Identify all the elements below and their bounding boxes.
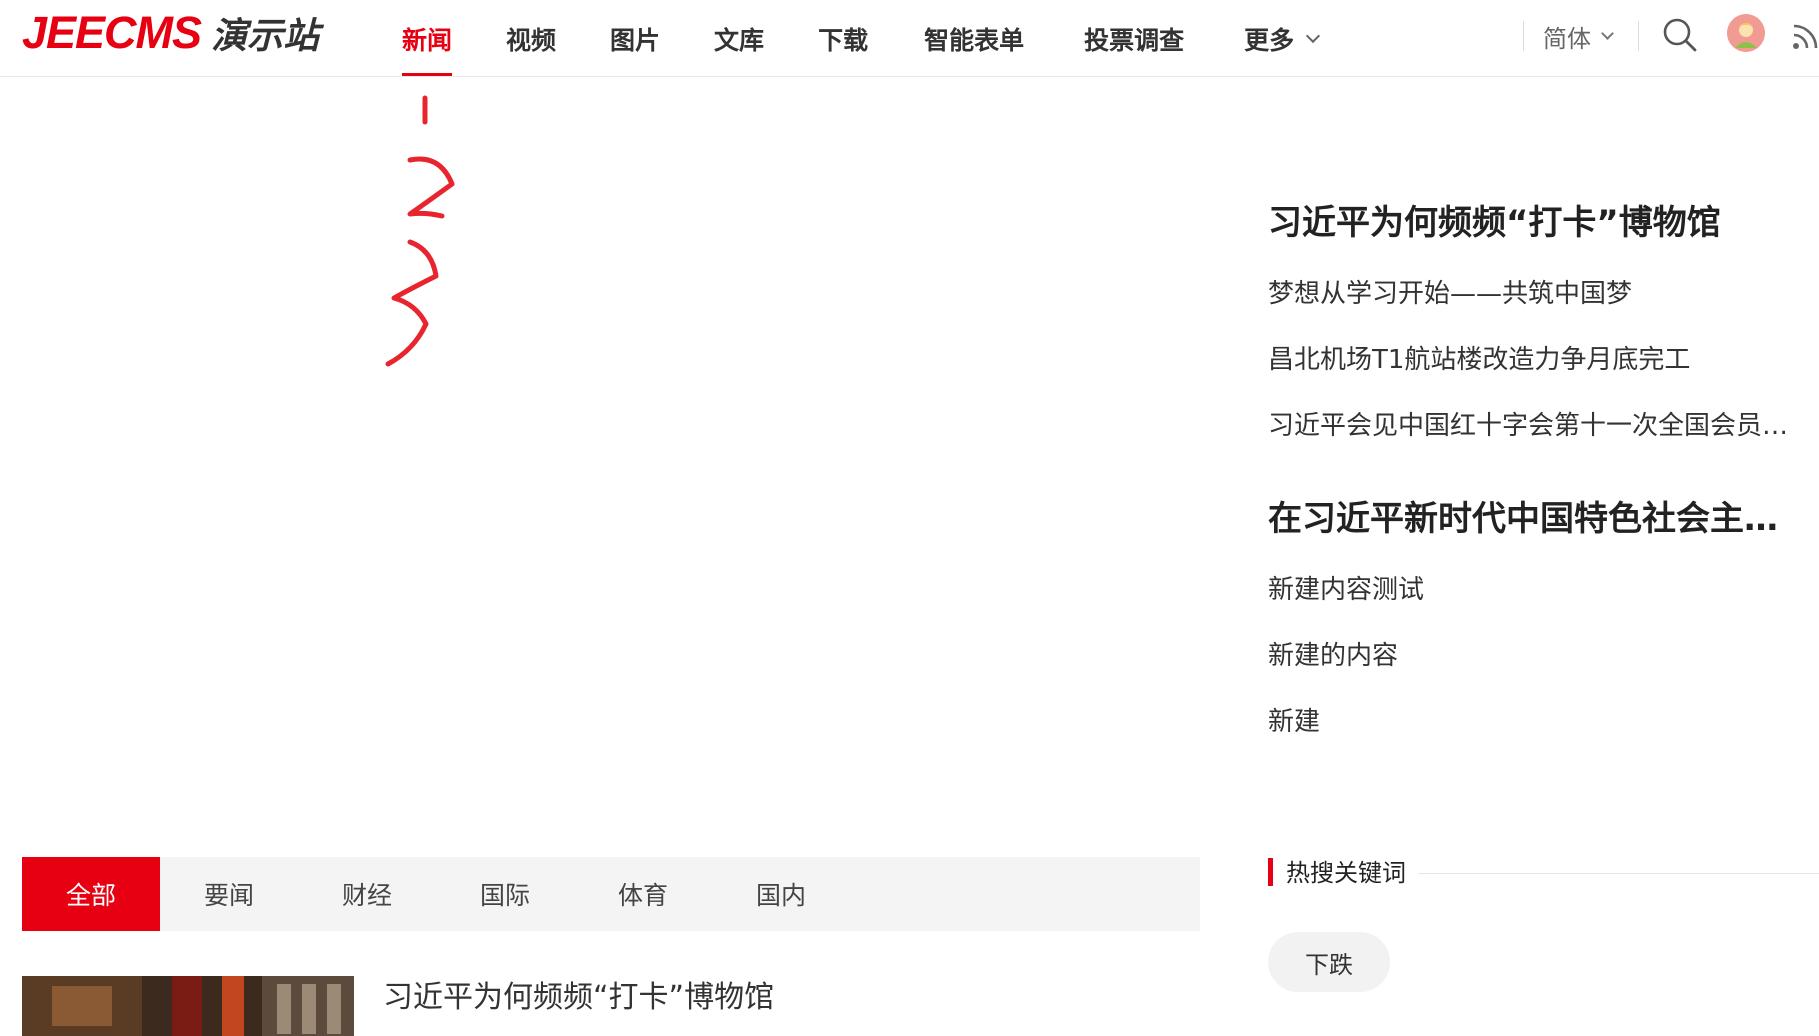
nav-item-label: 投票调查: [1084, 25, 1185, 55]
news-title[interactable]: 习近平为何频频“打卡”博物馆: [383, 976, 774, 1020]
header-divider: [1523, 21, 1524, 51]
tab-label: 国内: [755, 881, 806, 910]
headline-link[interactable]: 新建: [1268, 704, 1798, 740]
nav-item-label: 智能表单: [924, 25, 1025, 55]
nav-item-pictures[interactable]: 图片: [610, 0, 660, 77]
headline-group: 在习近平新时代中国特色社会主义思想指引下 新建内容测试 新建的内容 新建: [1268, 496, 1819, 740]
headline-title[interactable]: 习近平为何频频“打卡”博物馆: [1268, 200, 1798, 246]
search-button[interactable]: [1661, 16, 1699, 54]
nav-item-video[interactable]: 视频: [506, 0, 556, 77]
news-thumbnail-image: [22, 976, 354, 1036]
tab-label: 全部: [65, 881, 116, 910]
language-label: 简体: [1543, 24, 1591, 53]
tab-sports[interactable]: 体育: [574, 857, 712, 931]
headline-link[interactable]: 新建内容测试: [1268, 572, 1798, 608]
headline-group: 习近平为何频频“打卡”博物馆 梦想从学习开始——共筑中国梦 昌北机场T1航站楼改…: [1268, 200, 1819, 444]
tab-domestic[interactable]: 国内: [712, 857, 850, 931]
header-divider: [1638, 21, 1639, 51]
chevron-down-icon: [1601, 27, 1614, 40]
tab-international[interactable]: 国际: [436, 857, 574, 931]
tab-headlines[interactable]: 要闻: [160, 857, 298, 931]
news-thumbnail[interactable]: [22, 976, 354, 1036]
tab-label: 体育: [617, 881, 668, 910]
hot-keywords-title: 热搜关键词: [1286, 859, 1406, 887]
tab-label: 要闻: [203, 881, 254, 910]
tab-all[interactable]: 全部: [22, 857, 160, 931]
hot-keyword-tag[interactable]: 下跌: [1268, 932, 1390, 992]
hot-keywords-header: 热搜关键词: [1268, 856, 1819, 892]
banner-area: [22, 80, 1202, 840]
rss-icon: [1793, 24, 1818, 49]
logo-subtitle: 演示站: [211, 16, 320, 57]
nav-item-smart-form[interactable]: 智能表单: [924, 0, 1024, 77]
divider: [1418, 873, 1819, 874]
rss-button[interactable]: [1790, 18, 1819, 52]
tab-label: 国际: [479, 881, 530, 910]
tab-finance[interactable]: 财经: [298, 857, 436, 931]
sidebar-headlines: 习近平为何频频“打卡”博物馆 梦想从学习开始——共筑中国梦 昌北机场T1航站楼改…: [1268, 200, 1819, 740]
logo-brand-text: JEECMS: [22, 7, 202, 58]
user-avatar[interactable]: [1727, 14, 1765, 52]
nav-item-label: 文库: [714, 25, 765, 55]
section-marker: [1268, 858, 1273, 886]
tab-label: 财经: [341, 881, 392, 910]
nav-item-label: 新闻: [402, 25, 453, 55]
annotation-scribble: [385, 95, 455, 367]
site-header: JEECMS 演示站 新闻 视频 图片 文库 下载 智能表单 投票调查 更多 简…: [0, 0, 1819, 77]
language-switcher[interactable]: 简体: [1543, 20, 1614, 53]
site-logo[interactable]: JEECMS 演示站: [22, 10, 319, 59]
headline-title[interactable]: 在习近平新时代中国特色社会主义思想指引下: [1268, 496, 1798, 542]
headline-link[interactable]: 新建的内容: [1268, 638, 1798, 674]
headline-link[interactable]: 昌北机场T1航站楼改造力争月底完工: [1268, 342, 1798, 378]
nav-item-label: 下载: [818, 25, 869, 55]
nav-item-news[interactable]: 新闻: [402, 0, 453, 77]
main-nav: 新闻 视频 图片 文库 下载 智能表单 投票调查 更多: [402, 0, 1321, 77]
nav-item-more[interactable]: 更多: [1244, 0, 1321, 77]
headline-link[interactable]: 梦想从学习开始——共筑中国梦: [1268, 276, 1798, 312]
nav-item-label: 视频: [506, 25, 557, 55]
search-icon: [1663, 18, 1697, 52]
category-tabs: 全部 要闻 财经 国际 体育 国内: [22, 857, 1200, 931]
avatar-icon: [1727, 14, 1765, 52]
nav-item-vote-survey[interactable]: 投票调查: [1084, 0, 1184, 77]
nav-item-label: 图片: [610, 25, 661, 55]
headline-link[interactable]: 习近平会见中国红十字会第十一次全国会员代表大会代表: [1268, 408, 1798, 444]
chevron-down-icon: [1306, 28, 1321, 43]
nav-item-label: 更多: [1244, 25, 1295, 55]
nav-item-download[interactable]: 下载: [818, 0, 868, 77]
nav-item-library[interactable]: 文库: [714, 0, 764, 77]
